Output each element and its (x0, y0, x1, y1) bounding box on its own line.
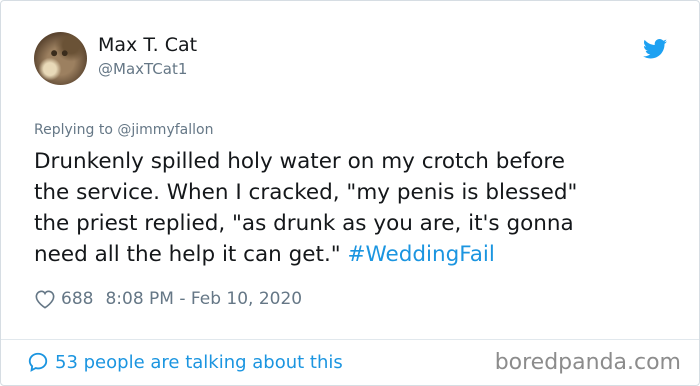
timestamp[interactable]: 8:08 PM - Feb 10, 2020 (105, 289, 302, 309)
heart-icon[interactable] (34, 289, 56, 309)
reply-mention-link[interactable]: @jimmyfallon (117, 122, 213, 138)
speech-bubble-icon (28, 352, 48, 372)
twitter-bird-icon[interactable] (643, 39, 667, 59)
tweet-line-last: need all the help it can get." #WeddingF… (34, 239, 674, 270)
tweet-line: Drunkenly spilled holy water on my crotc… (34, 149, 565, 174)
tweet-line: need all the help it can get." (34, 242, 348, 267)
reply-prefix: Replying to (34, 122, 118, 138)
watermark: boredpanda.com (494, 350, 681, 375)
tweet-card: Max T. Cat @MaxTCat1 Replying to @jimmyf… (0, 0, 700, 386)
tweet-line: the service. When I cracked, "my penis i… (34, 180, 578, 205)
tweet-line: the priest replied, "as drunk as you are… (34, 211, 574, 236)
tweet-text: Drunkenly spilled holy water on my crotc… (34, 146, 674, 270)
conversation-count-text[interactable]: 53 people are talking about this (55, 352, 343, 373)
author-name[interactable]: Max T. Cat (98, 34, 197, 56)
reply-context: Replying to @jimmyfallon (34, 122, 213, 138)
divider (1, 339, 699, 340)
like-count[interactable]: 688 (61, 289, 93, 309)
avatar[interactable] (34, 32, 87, 85)
author-handle[interactable]: @MaxTCat1 (98, 60, 187, 78)
tweet-meta: 688 8:08 PM - Feb 10, 2020 (34, 289, 302, 309)
hashtag-link[interactable]: #WeddingFail (348, 242, 495, 267)
conversation-link[interactable]: 53 people are talking about this (27, 351, 343, 373)
